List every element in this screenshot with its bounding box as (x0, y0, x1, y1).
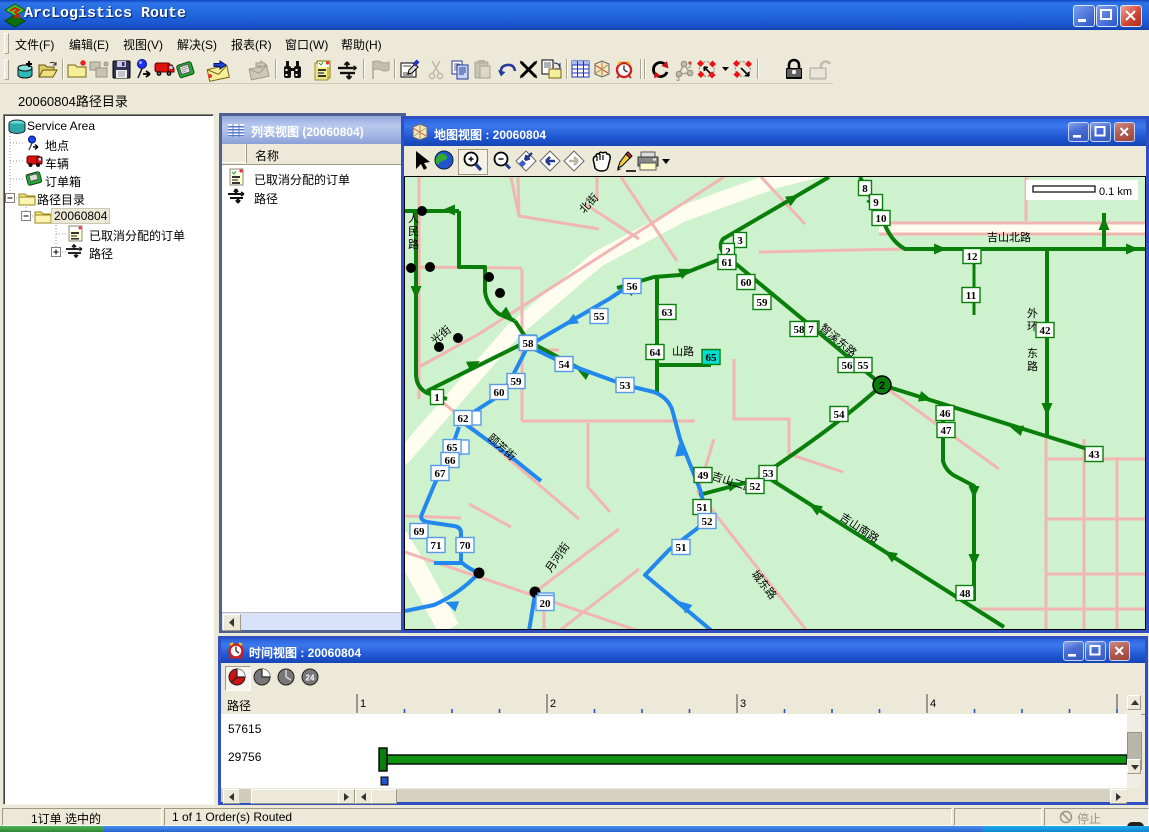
svg-text:颐芳街: 颐芳街 (485, 431, 519, 463)
svg-text:东: 东 (1027, 347, 1038, 360)
svg-text:64: 64 (650, 347, 662, 359)
svg-text:山路: 山路 (672, 345, 694, 358)
svg-text:月河街: 月河街 (542, 540, 572, 575)
svg-text:3: 3 (737, 235, 743, 247)
svg-text:49: 49 (698, 470, 710, 482)
svg-text:59: 59 (757, 297, 769, 309)
svg-text:10: 10 (876, 213, 888, 225)
svg-text:69: 69 (414, 526, 426, 538)
svg-text:4: 4 (930, 698, 936, 710)
svg-text:人: 人 (408, 212, 419, 225)
svg-text:路: 路 (1027, 360, 1038, 373)
svg-text:外: 外 (1027, 307, 1038, 320)
svg-text:55: 55 (858, 360, 870, 372)
svg-text:城东路: 城东路 (749, 568, 780, 602)
svg-text:51: 51 (697, 502, 708, 514)
svg-text:46: 46 (940, 408, 952, 420)
svg-text:吉山北路: 吉山北路 (987, 231, 1031, 244)
svg-text:60: 60 (494, 387, 506, 399)
svg-text:58: 58 (523, 338, 535, 350)
svg-text:2: 2 (688, 63, 692, 70)
svg-text:54: 54 (834, 409, 846, 421)
svg-text:9: 9 (873, 197, 879, 209)
svg-text:58: 58 (794, 324, 806, 336)
svg-text:智溪东路: 智溪东路 (817, 321, 860, 360)
svg-text:2: 2 (879, 380, 885, 392)
svg-text:3: 3 (740, 698, 746, 710)
svg-text:51: 51 (676, 542, 687, 554)
svg-text:59: 59 (511, 376, 523, 388)
svg-text:1: 1 (360, 698, 366, 710)
svg-text:43: 43 (1089, 449, 1101, 461)
svg-text:12: 12 (967, 251, 979, 263)
svg-text:63: 63 (662, 307, 674, 319)
svg-text:65: 65 (706, 352, 718, 364)
svg-text:8: 8 (862, 183, 868, 195)
svg-text:42: 42 (1040, 325, 1052, 337)
svg-text:48: 48 (960, 588, 972, 600)
svg-text:60: 60 (741, 277, 753, 289)
svg-text:20: 20 (540, 598, 552, 610)
svg-text:路: 路 (408, 238, 419, 251)
svg-text:71: 71 (431, 540, 442, 552)
svg-text:70: 70 (460, 540, 472, 552)
svg-text:54: 54 (559, 359, 571, 371)
svg-text:56: 56 (627, 281, 639, 293)
svg-text:61: 61 (722, 257, 733, 269)
svg-text:11: 11 (966, 290, 976, 302)
svg-text:62: 62 (458, 413, 470, 425)
svg-text:光街: 光街 (428, 322, 454, 347)
svg-text:2: 2 (550, 698, 556, 710)
svg-text:24: 24 (306, 674, 315, 683)
svg-text:民: 民 (408, 226, 419, 238)
svg-text:0.1 km: 0.1 km (1099, 186, 1132, 198)
svg-text:55: 55 (594, 311, 606, 323)
svg-text:56: 56 (842, 360, 854, 372)
svg-text:67: 67 (435, 468, 447, 480)
svg-text:7: 7 (808, 324, 814, 336)
svg-text:52: 52 (750, 481, 762, 493)
svg-text:47: 47 (941, 425, 953, 437)
svg-text:1: 1 (434, 392, 440, 404)
svg-text:3: 3 (676, 76, 680, 82)
svg-text:52: 52 (702, 516, 714, 528)
svg-text:53: 53 (620, 380, 632, 392)
